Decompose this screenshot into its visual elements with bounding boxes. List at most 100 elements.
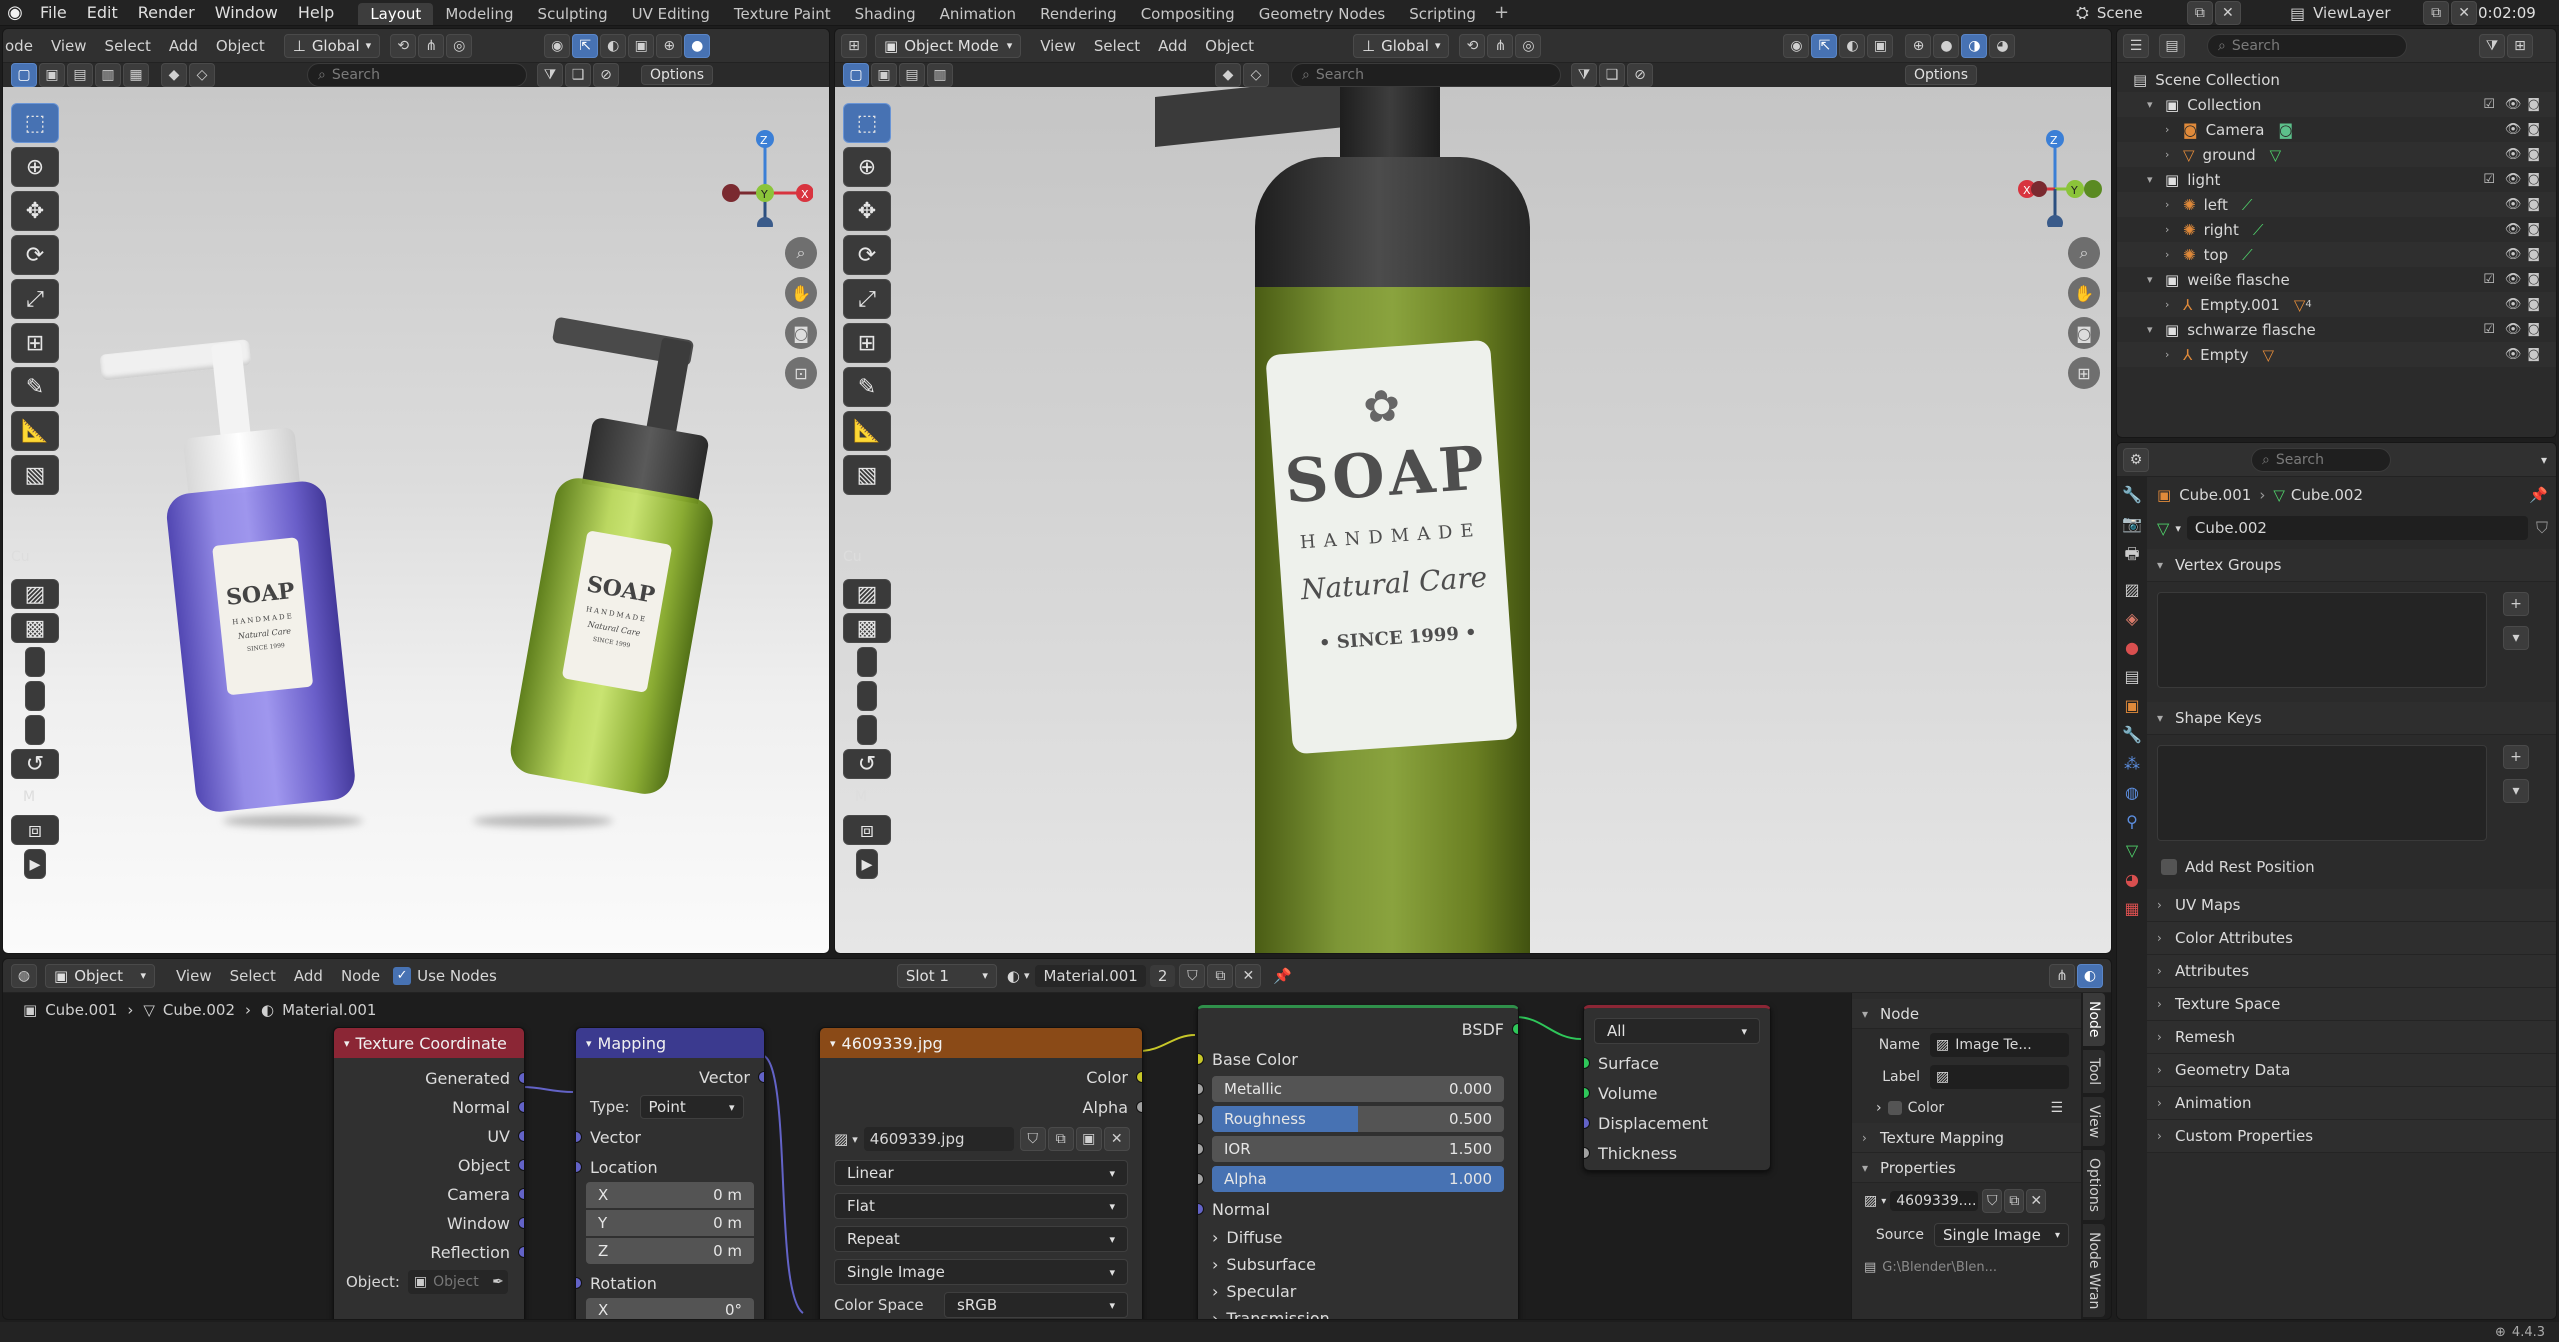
eye-icon[interactable]: 👁: [2505, 272, 2528, 287]
new-viewlayer-icon[interactable]: ⧉: [2423, 1, 2450, 25]
sidebar-tab-node[interactable]: Node: [2083, 993, 2105, 1046]
shading-solid-icon[interactable]: ●: [1933, 33, 1960, 58]
menu-help[interactable]: Help: [288, 0, 344, 26]
outliner-search[interactable]: ⌕ Search: [2207, 33, 2407, 58]
select-menu[interactable]: Select: [96, 37, 160, 55]
reflection-output-socket[interactable]: [518, 1246, 524, 1258]
slot-2-icon[interactable]: [857, 681, 877, 711]
visibility-toggles[interactable]: ☑ 👁◙: [2483, 172, 2546, 187]
vertex-groups-section[interactable]: ▾ Vertex Groups: [2147, 549, 2556, 582]
zoom-icon[interactable]: ⌕: [2068, 237, 2100, 269]
filter-icon[interactable]: ⧩: [537, 63, 563, 87]
volume-input-socket[interactable]: [1584, 1087, 1590, 1099]
outliner-row[interactable]: ▾ ▣ weiße flasche ☑ 👁◙: [2117, 267, 2556, 292]
new-scene-icon[interactable]: ⧉: [2186, 1, 2213, 25]
menu-render[interactable]: Render: [128, 0, 205, 26]
scene-selector[interactable]: ⛭ Scene ⧉ ✕: [2076, 1, 2243, 25]
workspace-tab-texture-paint[interactable]: Texture Paint: [722, 3, 843, 25]
select-extend-icon[interactable]: ▣: [871, 63, 897, 87]
visibility-toggles[interactable]: 👁◙: [2505, 197, 2546, 212]
node-menu[interactable]: Node: [332, 967, 389, 985]
chevron-right-icon[interactable]: ›: [2165, 148, 2179, 161]
object-mode-dropdown[interactable]: ▣ Object Mode ▾: [875, 33, 1022, 58]
roughness-input-socket[interactable]: [1198, 1113, 1204, 1125]
overlay-icon[interactable]: ◐: [2077, 963, 2103, 988]
transform-orientation-dropdown[interactable]: ⊥ Global ▾: [283, 33, 381, 58]
fake-user-icon[interactable]: ⛉: [1179, 963, 1206, 988]
slot-3-icon[interactable]: [25, 715, 45, 745]
eyedropper-icon[interactable]: ✒: [492, 1274, 504, 1290]
duplicate-image-icon[interactable]: ⧉: [2004, 1189, 2025, 1213]
chevron-right-icon[interactable]: ›: [2165, 298, 2179, 311]
texture-tab-icon[interactable]: ▦: [2124, 899, 2139, 918]
camera-render-icon[interactable]: ◙: [2527, 147, 2546, 162]
grid-view-icon[interactable]: ⊞: [2068, 357, 2100, 389]
rotate-tool-icon[interactable]: ⟳: [843, 235, 891, 275]
location-y-field[interactable]: Y 0 m: [586, 1210, 754, 1236]
remove-viewlayer-icon[interactable]: ✕: [2451, 1, 2478, 25]
checkbox-checked-icon[interactable]: ☑: [2483, 322, 2501, 337]
visibility-toggles[interactable]: 👁◙: [2505, 247, 2546, 262]
gizmo-toggle-icon[interactable]: ⇱: [1811, 33, 1838, 58]
data-tab-icon[interactable]: ▽: [2126, 841, 2138, 860]
source-dropdown[interactable]: Single Image ▾: [834, 1259, 1128, 1285]
cursor-tool-icon[interactable]: ⊕: [843, 147, 891, 187]
color-output-socket[interactable]: [1136, 1071, 1142, 1083]
measure-tool-icon[interactable]: 📐: [843, 411, 891, 451]
overlay-icon[interactable]: ◐: [600, 33, 627, 58]
camera-render-icon[interactable]: ◙: [2527, 97, 2546, 112]
texture-coordinate-node[interactable]: ▾ Texture Coordinate Generated Normal UV Ob…: [333, 1027, 525, 1319]
outliner-row[interactable]: ▤ Scene Collection: [2117, 67, 2556, 92]
shading-wire-icon[interactable]: ⊕: [1905, 33, 1932, 58]
metallic-field[interactable]: Metallic 0.000: [1212, 1076, 1504, 1102]
sidebar-tab-tool[interactable]: Tool: [2083, 1049, 2105, 1093]
extension-dropdown[interactable]: Repeat ▾: [834, 1226, 1128, 1252]
image-file-name[interactable]: 4609339.jpg: [863, 1127, 1014, 1151]
material-tab-icon[interactable]: ◕: [2125, 870, 2139, 889]
visibility-toggles[interactable]: 👁◙: [2505, 297, 2546, 312]
move-tool-icon[interactable]: ✥: [11, 191, 59, 231]
add-menu[interactable]: Add: [1149, 37, 1196, 55]
image-empty-icon[interactable]: ▨: [843, 579, 891, 609]
eye-icon[interactable]: 👁: [2505, 197, 2528, 212]
shading-material-icon[interactable]: ◑: [1961, 33, 1988, 58]
vector-output-socket[interactable]: [758, 1071, 764, 1083]
chevron-right-icon[interactable]: ›: [2165, 198, 2179, 211]
camera-render-icon[interactable]: ◙: [2527, 322, 2546, 337]
color-filter-icon[interactable]: ◆: [1215, 63, 1241, 87]
node-properties-section[interactable]: ▾ Properties: [1852, 1153, 2081, 1183]
name-field[interactable]: ▨ Image Te...: [1930, 1033, 2069, 1057]
snap-icon[interactable]: ⋔: [2049, 963, 2075, 988]
object-field[interactable]: ▣ Object ✒: [407, 1270, 508, 1294]
ior-field[interactable]: IOR 1.500: [1212, 1136, 1504, 1162]
outliner-row[interactable]: › ✺ top ⟋ 👁◙: [2117, 242, 2556, 267]
sidebar-tab-view[interactable]: View: [2083, 1096, 2105, 1146]
select-invert-icon[interactable]: ▥: [927, 63, 953, 87]
object-filter-icon[interactable]: ◇: [1243, 63, 1269, 87]
annotate-tool-icon[interactable]: ✎: [843, 367, 891, 407]
transform-tool-icon[interactable]: ⊞: [11, 323, 59, 363]
viewport-left[interactable]: ode View Select Add Object ⊥ Global ▾ ⟲ ⋔ …: [2, 28, 830, 954]
shape-keys-section[interactable]: ▾ Shape Keys: [2147, 702, 2556, 735]
eye-icon[interactable]: 👁: [2505, 222, 2528, 237]
viewport-search[interactable]: ⌕ Search: [307, 63, 527, 87]
camera-render-icon[interactable]: ◙: [2527, 247, 2546, 262]
filter-icon[interactable]: ⧩: [2479, 33, 2505, 58]
menu-window[interactable]: Window: [205, 0, 288, 26]
camera-render-icon[interactable]: ◙: [2527, 297, 2546, 312]
move-tool-icon[interactable]: ✥: [843, 191, 891, 231]
thickness-input-socket[interactable]: [1584, 1147, 1590, 1159]
colorspace-dropdown[interactable]: sRGB ▾: [944, 1292, 1128, 1318]
xray-icon[interactable]: ▣: [628, 33, 655, 58]
uv-output-socket[interactable]: [518, 1130, 524, 1142]
chevron-right-icon[interactable]: ›: [2165, 223, 2179, 236]
overlay-icon[interactable]: ◐: [1839, 33, 1866, 58]
slot-3-icon[interactable]: [857, 715, 877, 745]
ior-input-socket[interactable]: [1198, 1143, 1204, 1155]
properties-search[interactable]: ⌕ Search: [2251, 447, 2391, 472]
eye-icon[interactable]: 👁: [2505, 247, 2528, 262]
object-menu[interactable]: Object: [207, 37, 274, 55]
checkbox-checked-icon[interactable]: ✓: [393, 966, 412, 985]
physics-tab-icon[interactable]: ◍: [2125, 783, 2139, 802]
menu-edit[interactable]: Edit: [77, 0, 128, 26]
